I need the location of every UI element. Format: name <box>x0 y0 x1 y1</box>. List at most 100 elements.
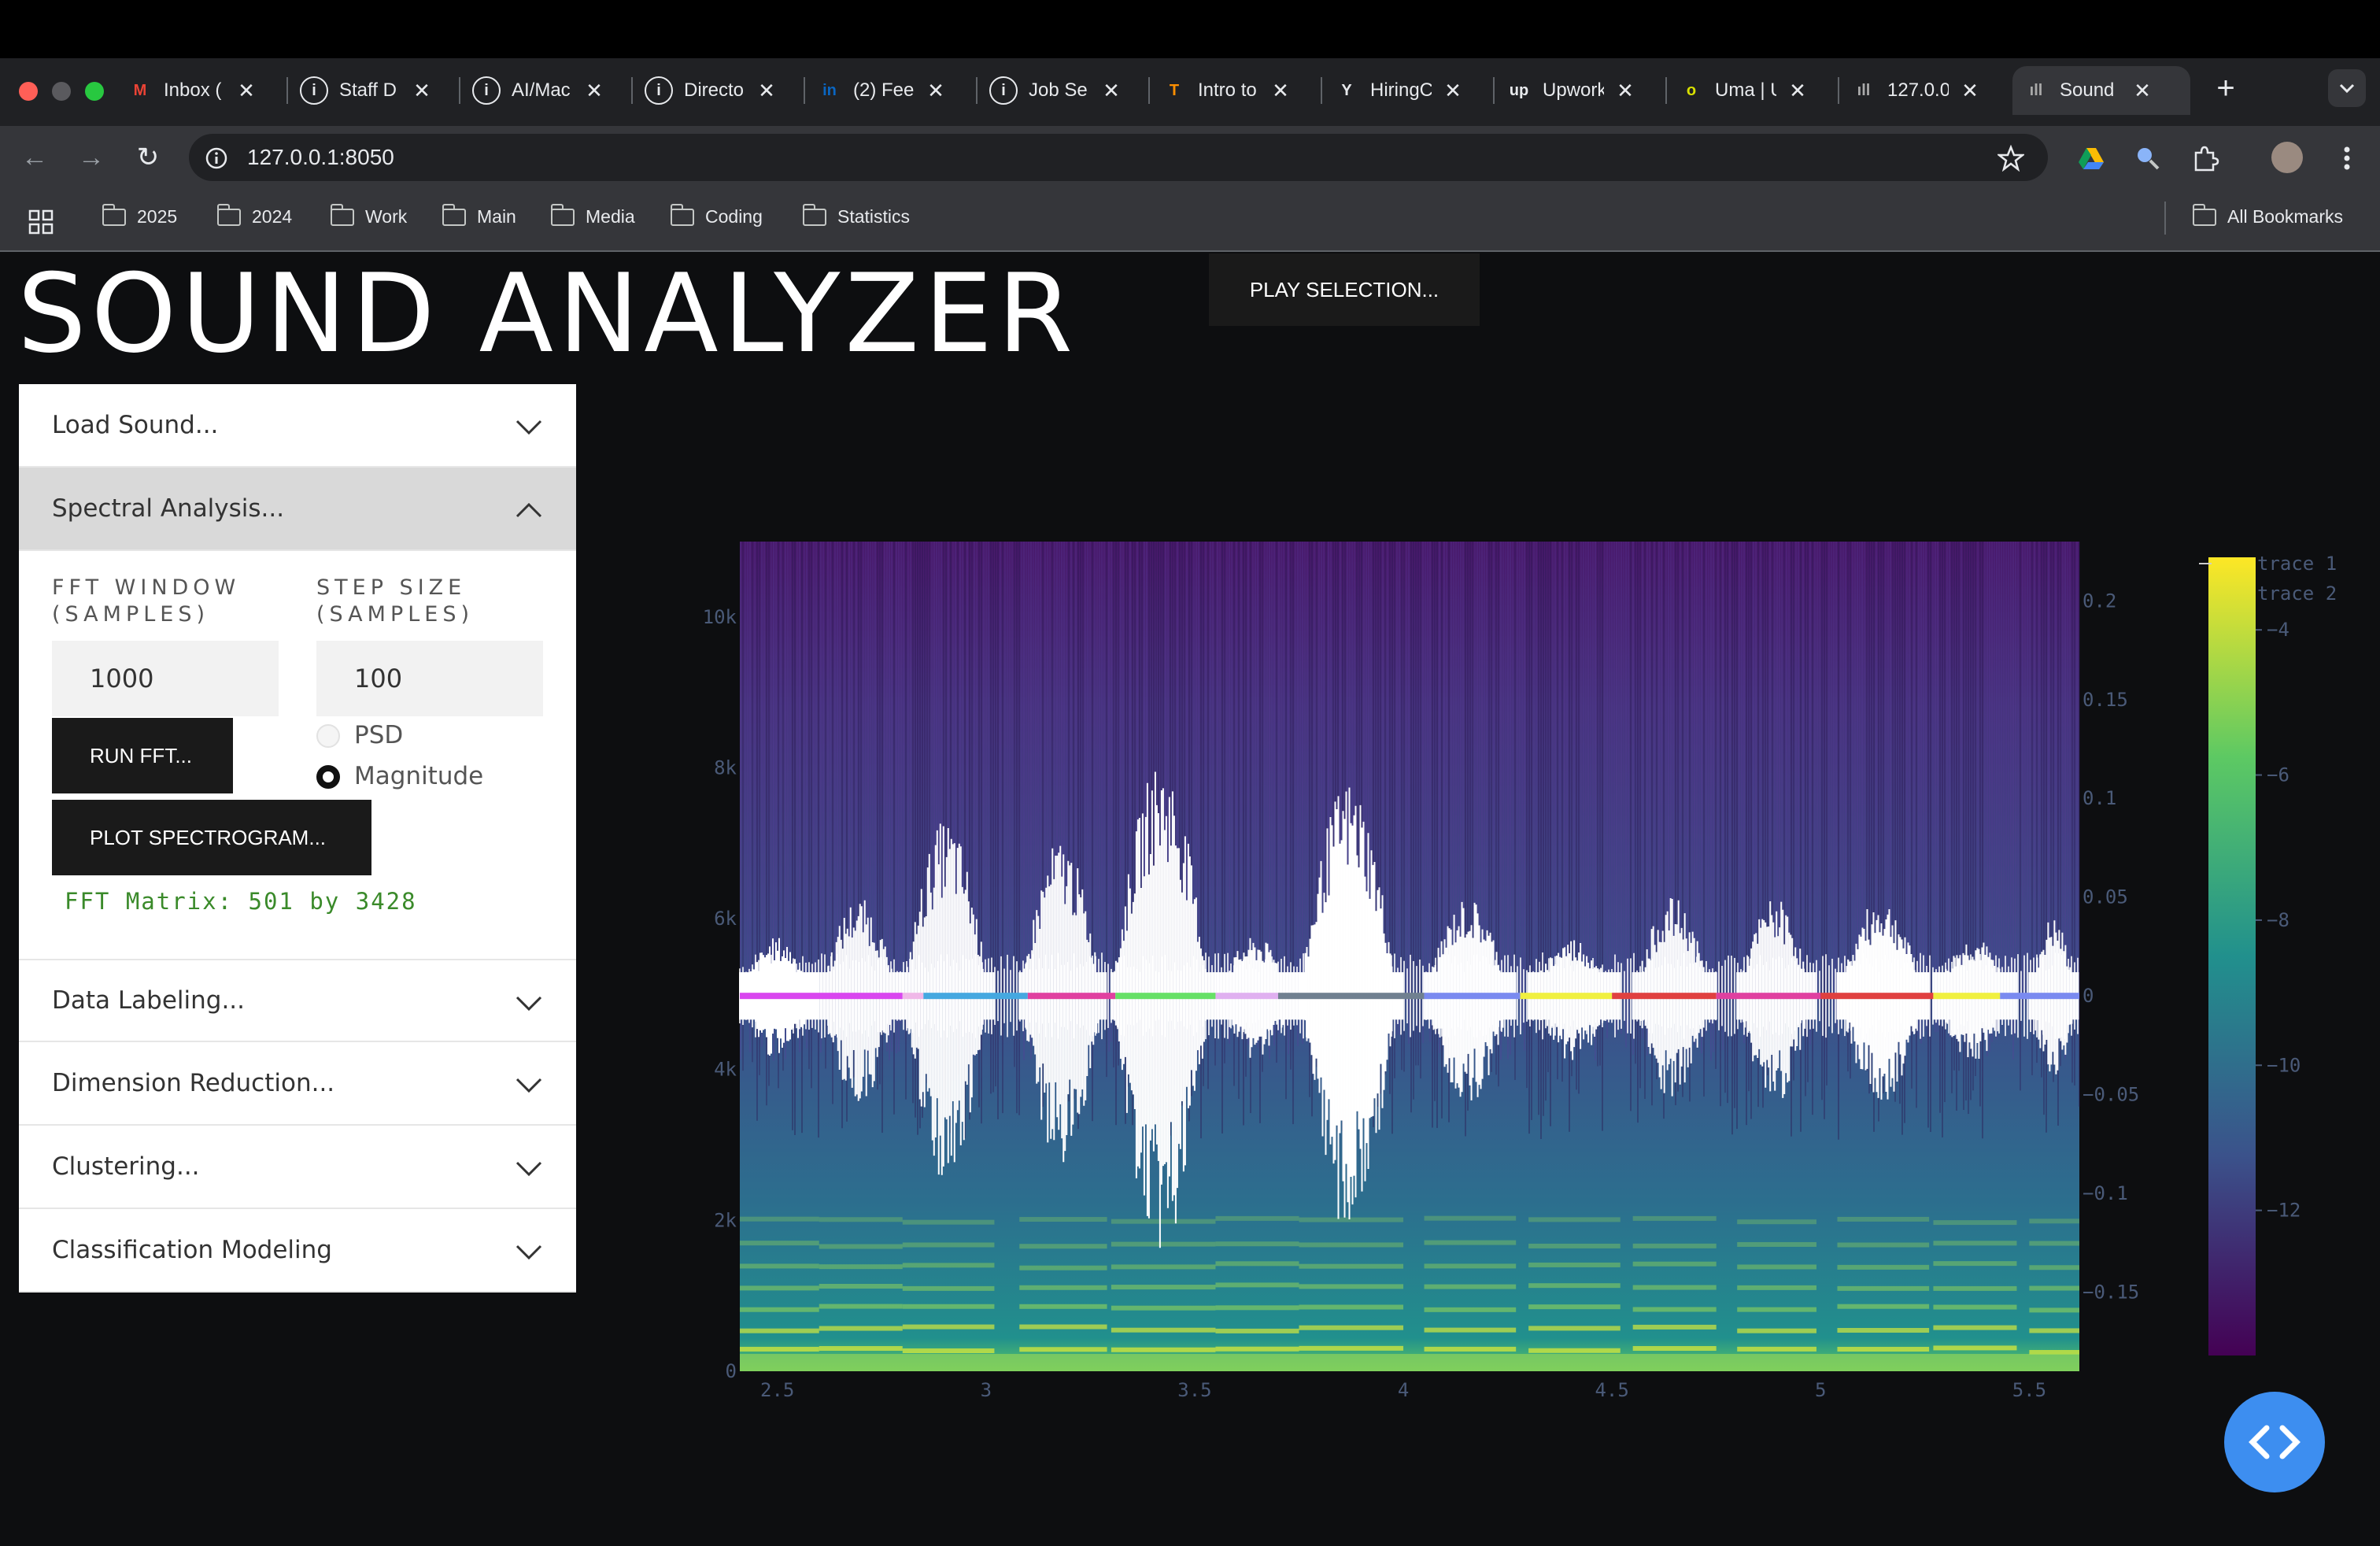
harmonic-band <box>1215 1282 1299 1288</box>
colorbar <box>2208 557 2256 1356</box>
spectrogram-column <box>2001 542 2002 1021</box>
harmonic-band <box>1837 1264 1930 1270</box>
label-segment <box>1277 993 1425 1000</box>
harmonic-band <box>2029 1265 2079 1270</box>
harmonic-band <box>1737 1219 1816 1225</box>
spectrogram-column <box>1391 542 1393 1134</box>
harmonic-band <box>1632 1346 1717 1352</box>
harmonic-band <box>1632 1243 1717 1248</box>
spectrogram-column <box>1226 542 1228 989</box>
spectrogram-column <box>1221 542 1223 1134</box>
spectrogram-column <box>1819 542 1820 985</box>
spectrogram-column <box>1396 542 1398 1035</box>
harmonic-band <box>1111 1241 1216 1247</box>
harmonic-band <box>1299 1284 1404 1289</box>
spectrogram-column <box>1606 542 1608 1038</box>
spectrogram-column <box>1691 542 1693 993</box>
spectrogram-column <box>1611 542 1613 1005</box>
spectrogram-column <box>1026 542 1027 991</box>
spectrogram-column <box>1408 542 1410 1045</box>
y-tick-label: 10k <box>703 606 737 628</box>
harmonic-band <box>2029 1307 2079 1313</box>
harmonic-band <box>740 1241 819 1246</box>
spectrogram-column <box>1585 542 1587 1002</box>
spectrogram-column <box>2010 542 2012 1026</box>
spectrogram-column <box>1791 542 1792 1137</box>
spectrogram-column <box>1932 542 1934 983</box>
spectrogram-column <box>2079 542 2080 1107</box>
spectrogram-column <box>1741 542 1743 1030</box>
harmonic-band <box>1528 1243 1621 1248</box>
harmonic-band <box>2029 1285 2079 1291</box>
spectrogram-column <box>2067 542 2068 993</box>
legend-item[interactable]: trace 2 <box>2257 583 2337 605</box>
harmonic-band <box>1111 1285 1216 1290</box>
harmonic-band <box>1933 1261 2017 1267</box>
spectrogram-column <box>1018 542 1020 1115</box>
spectrogram-column <box>1739 542 1740 1019</box>
spectrogram-column <box>1613 542 1615 1006</box>
harmonic-band <box>1528 1326 1621 1331</box>
spectrogram-column <box>1205 542 1207 1007</box>
y2-tick-label: 0.15 <box>2082 689 2128 711</box>
spectrogram-column <box>1011 542 1013 986</box>
legend-item[interactable]: trace 1 <box>2257 553 2337 575</box>
spectrogram-column <box>1304 542 1306 988</box>
spectrogram-column <box>2022 542 2023 1011</box>
spectrogram-column <box>903 542 904 1020</box>
harmonic-band <box>1019 1324 1107 1330</box>
y2-tick-label: 0.05 <box>2082 886 2128 908</box>
harmonic-band <box>902 1324 995 1330</box>
harmonic-band <box>2029 1328 2079 1333</box>
spectrogram-column <box>1621 542 1622 1034</box>
spectrogram-chart[interactable]: 2.5 3 3.5 4 4.5 5 5.5 0 2k 4k 6k 8k 10k 0.2 0.15 0.1 0.0… <box>0 0 2380 1546</box>
harmonic-band <box>1737 1346 1816 1352</box>
harmonic-band <box>1528 1262 1621 1267</box>
spectrogram-column <box>1592 542 1594 1023</box>
y2-tick-label: 0.1 <box>2082 787 2116 809</box>
spectrogram-column <box>2003 542 2005 1009</box>
label-segment <box>923 993 1028 1000</box>
spectrogram-column <box>2005 542 2007 1006</box>
spectrogram-column <box>1299 542 1301 1018</box>
harmonic-band <box>902 1242 995 1248</box>
label-segment <box>740 993 903 1000</box>
spectrogram-column <box>1573 542 1575 1005</box>
spectrogram-column <box>1927 542 1929 1128</box>
harmonic-band <box>1111 1219 1216 1224</box>
spectrogram-column <box>2027 542 2028 1008</box>
spectrogram-column <box>1028 542 1029 1026</box>
harmonic-band <box>1837 1346 1930 1352</box>
harmonic-band <box>2029 1219 2079 1224</box>
spectrogram-column <box>1814 542 1816 997</box>
spectrogram-column <box>1864 542 1865 987</box>
harmonic-band <box>1019 1347 1107 1352</box>
spectrogram-column <box>1628 542 1629 1032</box>
spectrogram-column <box>1580 542 1582 985</box>
harmonic-band <box>1632 1261 1717 1267</box>
spectrogram-column <box>1736 542 1738 1130</box>
spectrogram-column <box>747 542 748 1021</box>
harmonic-band <box>1424 1263 1517 1269</box>
spectrogram-column <box>1909 542 1910 1011</box>
spectrogram-column <box>1559 542 1561 993</box>
spectrogram-column <box>818 542 819 1138</box>
harmonic-band <box>1528 1304 1621 1310</box>
harmonic-band <box>740 1285 819 1291</box>
spectrogram-column <box>1519 542 1521 997</box>
spectrogram-column <box>801 542 803 1134</box>
x-tick-label: 2.5 <box>760 1379 794 1401</box>
label-segments <box>740 993 2079 1000</box>
spectrogram-column <box>1089 542 1091 995</box>
spectrogram-column <box>780 542 782 1008</box>
spectrogram-column <box>830 542 831 1007</box>
harmonic-band <box>1215 1305 1299 1311</box>
label-segment <box>1027 993 1116 1000</box>
spectrogram-column <box>1007 542 1008 989</box>
spectrogram-column <box>1731 542 1733 1135</box>
spectrogram-column <box>1533 542 1535 1009</box>
code-toggle-button[interactable] <box>2224 1392 2325 1492</box>
spectrogram-column <box>1550 542 1551 1126</box>
spectrogram-column <box>822 542 824 1019</box>
harmonic-band <box>1837 1304 1930 1309</box>
